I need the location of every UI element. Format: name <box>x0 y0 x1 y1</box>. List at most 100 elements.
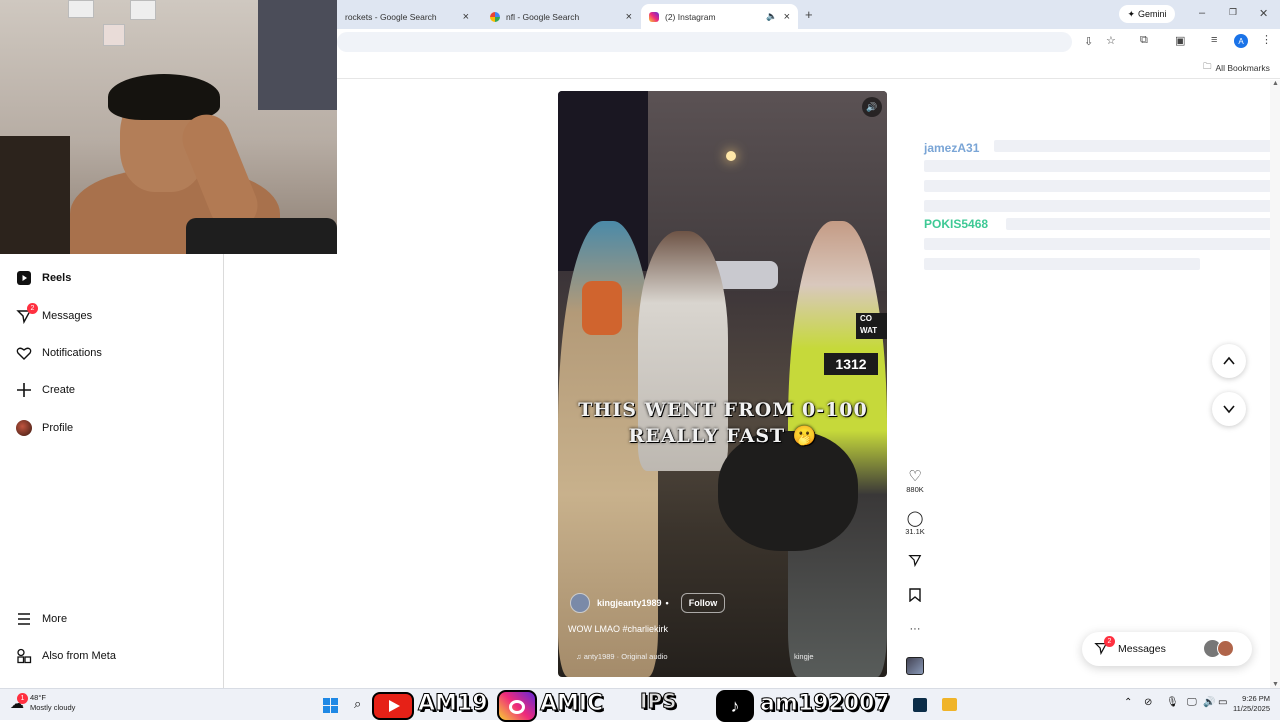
save-button[interactable] <box>902 588 928 606</box>
street-light <box>726 151 736 161</box>
new-tab-button[interactable]: + <box>805 7 813 22</box>
windows-start-icon[interactable] <box>323 698 338 713</box>
reel-author: kingjeanty1989 • Follow <box>570 593 726 613</box>
profile-avatar[interactable]: A <box>1234 34 1248 48</box>
clock-time: 9:26 PM <box>1242 694 1270 703</box>
tray-app-icon[interactable]: ⊘ <box>1144 697 1152 708</box>
speaker-icon[interactable]: 🔈 <box>766 11 777 22</box>
next-reel-button[interactable] <box>1212 392 1246 426</box>
clock[interactable]: 9:26 PM 11/25/2025 <box>1226 694 1270 714</box>
sparkle-icon: ✦ <box>1127 8 1136 19</box>
meta-grid-icon <box>14 646 34 666</box>
stream-chat: jamezA31 POKIS5468 <box>924 138 1280 274</box>
messages-pill[interactable]: 2 Messages <box>1082 632 1252 666</box>
all-bookmarks-button[interactable]: 🗀 All Bookmarks <box>1203 61 1270 75</box>
clock-date: 11/25/2025 <box>1233 704 1270 713</box>
reels-icon <box>14 268 34 288</box>
curtain <box>258 0 337 110</box>
terminal-app-icon[interactable] <box>913 698 927 712</box>
comment-button[interactable]: ◯ 31.1K <box>902 510 928 536</box>
hamburger-icon <box>14 609 34 629</box>
wall-poster <box>103 24 125 46</box>
sidebar-item-messages[interactable]: 2 Messages <box>14 303 93 328</box>
bookmark-star-icon[interactable]: ☆ <box>1106 34 1116 47</box>
tray-expand-icon[interactable]: ⌃ <box>1124 697 1132 708</box>
sidebar-item-notifications[interactable]: Notifications <box>14 341 102 365</box>
wall-poster <box>68 0 94 18</box>
reel-video[interactable]: 1312 CO WAT 🔊 THIS WENT FROM 0-100 REALL… <box>558 91 887 677</box>
minimize-button[interactable]: – <box>1199 7 1205 19</box>
network-icon[interactable]: 🖵 <box>1187 697 1197 708</box>
author-username[interactable]: kingjeanty1989 <box>597 598 662 608</box>
comment-count: 31.1K <box>905 527 925 536</box>
sidebar-item-reels[interactable]: Reels <box>14 266 71 290</box>
sidebar-item-also-from-meta[interactable]: Also from Meta <box>14 644 116 668</box>
audio-label: anty1989 · Original audio <box>583 652 668 661</box>
close-tab-icon[interactable]: × <box>784 11 790 23</box>
tab-rockets[interactable]: rockets - Google Search × <box>337 4 477 29</box>
plus-icon <box>14 380 34 400</box>
menu-kebab-icon[interactable]: ⋮ <box>1261 33 1272 46</box>
tiktok-icon: ♪ <box>716 690 754 722</box>
instagram-icon <box>649 11 659 22</box>
scroll-down-icon[interactable]: ▼ <box>1272 681 1279 688</box>
tab-nfl[interactable]: nfl - Google Search × <box>482 4 640 29</box>
reel-description: WOW LMAO #charliekirk <box>568 624 669 634</box>
close-tab-icon[interactable]: × <box>626 11 632 23</box>
helmet <box>718 431 858 551</box>
faded-text <box>924 238 1276 250</box>
sidebar-item-profile[interactable]: Profile <box>14 416 73 440</box>
instagram-icon <box>497 690 537 722</box>
more-options-button[interactable]: ··· <box>902 623 928 635</box>
extensions-icon[interactable]: ⧉ <box>1140 34 1148 47</box>
share-button[interactable] <box>902 553 928 571</box>
follow-button[interactable]: Follow <box>680 593 726 613</box>
microphone-icon[interactable]: 🎙 <box>1166 697 1179 708</box>
bookmark-icon <box>902 588 928 606</box>
sidebar-item-label: Create <box>42 384 76 396</box>
faded-text <box>924 180 1276 192</box>
gemini-button[interactable]: ✦ Gemini <box>1119 5 1175 23</box>
restore-button[interactable]: ❐ <box>1229 7 1237 18</box>
faded-text <box>924 160 1276 172</box>
gemini-label: Gemini <box>1138 9 1167 19</box>
tab-search-icon[interactable]: ▣ <box>1175 34 1185 47</box>
volume-button[interactable]: 🔊 <box>862 97 882 117</box>
chat-message: jamezA31 <box>924 138 1280 214</box>
messenger-icon: 2 <box>1094 635 1115 658</box>
reel-overlay-caption: THIS WENT FROM 0-100 REALLY FAST 🫢 <box>578 399 868 447</box>
vest-patch: 1312 <box>824 353 878 375</box>
sidebar-item-more[interactable]: More <box>14 607 67 631</box>
author-avatar[interactable] <box>570 593 590 613</box>
previous-reel-button[interactable] <box>1212 344 1246 378</box>
tab-instagram[interactable]: (2) Instagram 🔈 × <box>641 4 798 29</box>
file-explorer-icon[interactable] <box>942 698 957 711</box>
faded-text <box>924 200 1276 212</box>
audio-thumbnail[interactable] <box>906 657 924 675</box>
weather-widget[interactable]: ☁ 1 48°F Mostly cloudy <box>10 692 76 713</box>
page-scrollbar[interactable]: ▲ ▼ <box>1270 80 1280 688</box>
weather-temp: 48°F <box>30 693 46 702</box>
media-controls-icon[interactable]: ≡ <box>1211 34 1217 46</box>
faded-text <box>1006 218 1276 230</box>
search-icon[interactable]: ⌕ <box>354 696 361 712</box>
comment-icon: ◯ <box>906 510 924 527</box>
close-window-button[interactable]: ✕ <box>1259 7 1268 20</box>
stream-handle-instagram: AMIC <box>539 691 604 717</box>
scroll-up-icon[interactable]: ▲ <box>1272 80 1279 87</box>
sidebar-item-create[interactable]: Create <box>14 378 75 402</box>
messages-badge: 2 <box>27 303 38 314</box>
windows-taskbar: ☁ 1 48°F Mostly cloudy ⌕ AM19 AMIC IPS ♪… <box>0 688 1280 722</box>
reel-audio[interactable]: ♫ anty1989 · Original audio <box>576 652 668 661</box>
stream-handle-youtube: AM19 <box>418 691 489 717</box>
address-input[interactable] <box>337 32 1072 52</box>
messages-pill-label: Messages <box>1118 643 1166 655</box>
like-button[interactable]: ♡ 880K <box>902 468 928 494</box>
sidebar-item-label: Messages <box>42 310 93 322</box>
close-tab-icon[interactable]: × <box>463 11 469 23</box>
wall-poster <box>130 0 156 20</box>
send-icon <box>902 553 928 571</box>
install-app-icon[interactable]: ⇩ <box>1084 35 1093 48</box>
weather-desc: Mostly cloudy <box>30 703 76 712</box>
volume-icon[interactable]: 🔊 <box>1203 697 1215 708</box>
